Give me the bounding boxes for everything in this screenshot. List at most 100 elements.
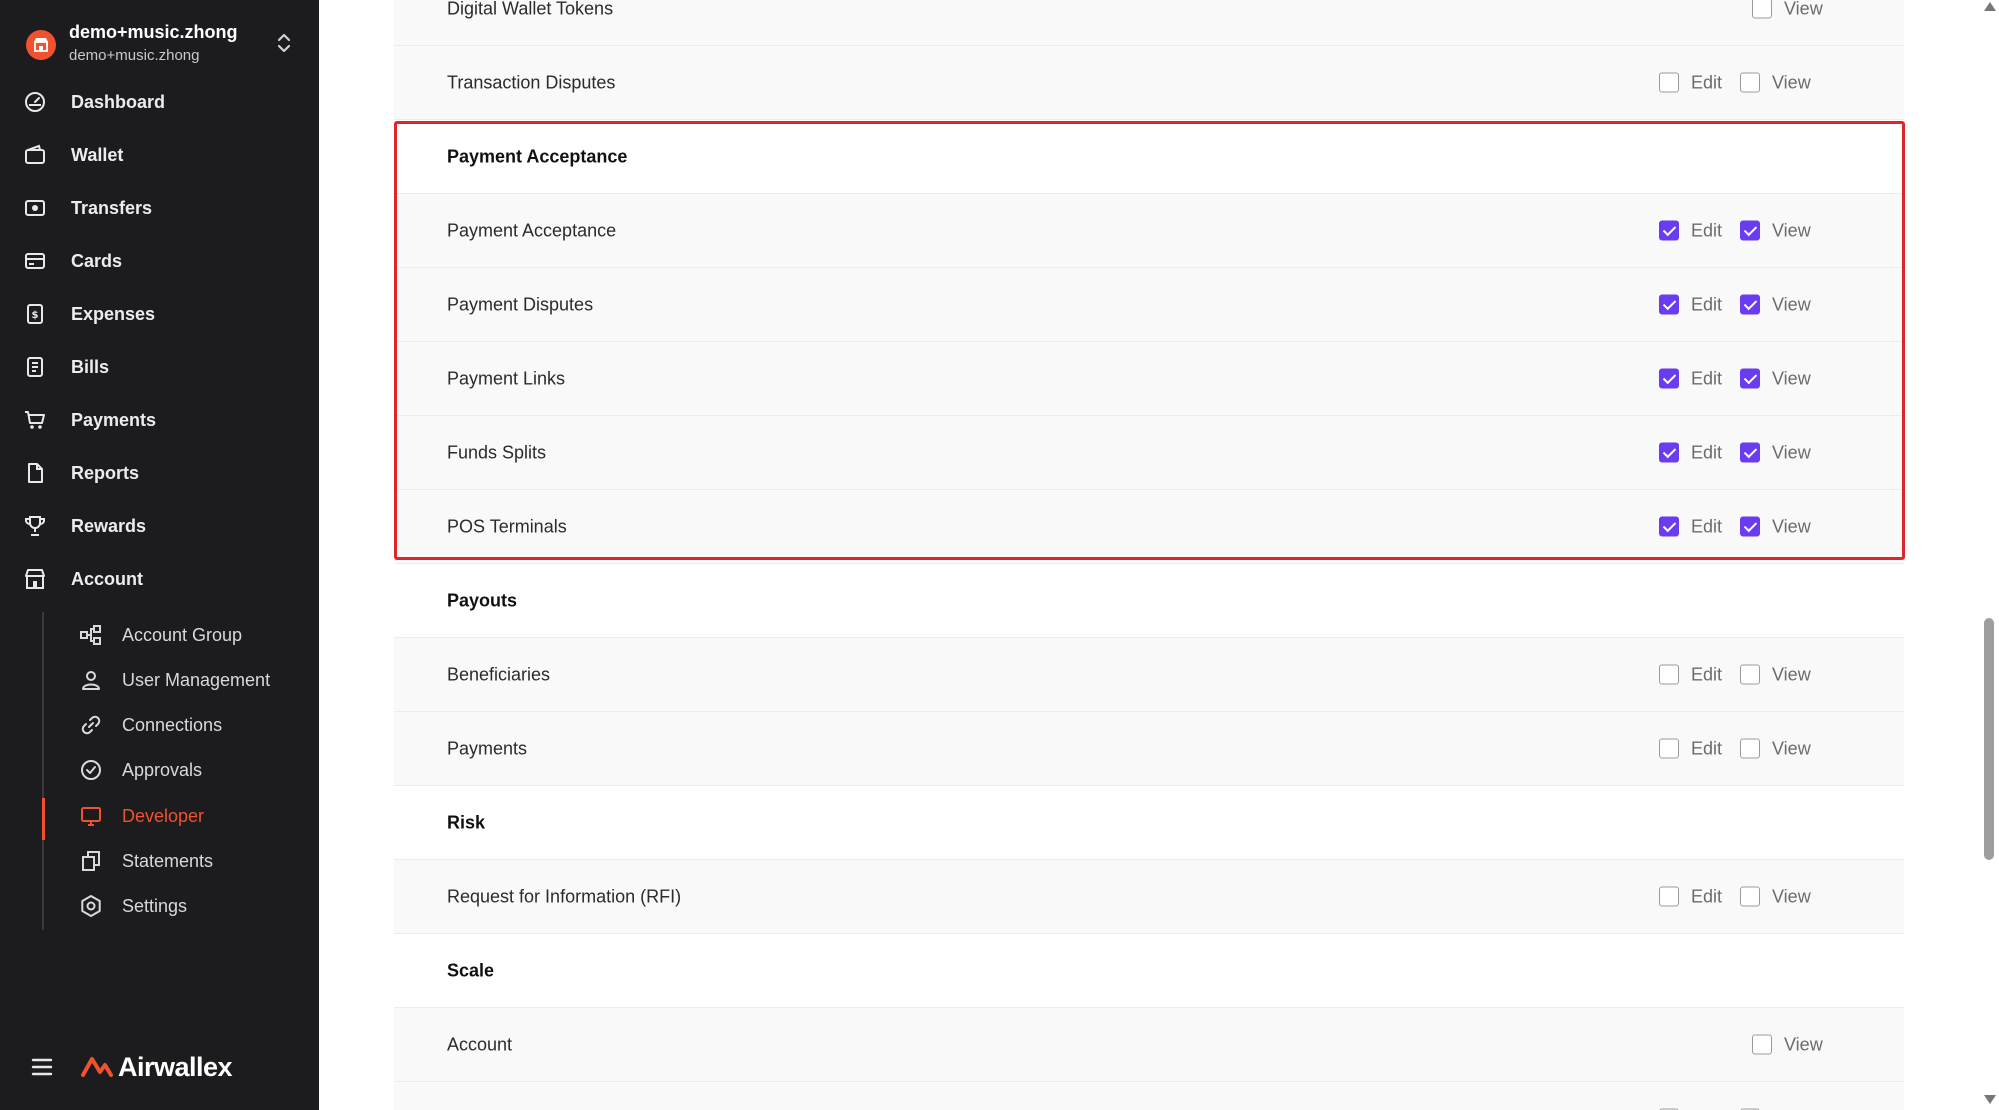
- edit-checkbox[interactable]: [1659, 516, 1679, 537]
- view-checkbox[interactable]: [1740, 72, 1760, 93]
- sidebar-item-settings[interactable]: Settings: [76, 888, 306, 924]
- view-checkbox[interactable]: [1752, 1034, 1772, 1055]
- view-permission[interactable]: View: [1740, 72, 1811, 93]
- account-subname: demo+music.zhong: [69, 47, 200, 64]
- sidebar-item-connections[interactable]: Connections: [76, 707, 306, 743]
- edit-permission[interactable]: Edit: [1659, 72, 1722, 93]
- nav-label: Bills: [71, 356, 110, 377]
- view-label: View: [1772, 294, 1811, 314]
- edit-checkbox[interactable]: [1659, 72, 1679, 93]
- section-header: Risk: [394, 786, 1904, 860]
- nav-item-dashboard[interactable]: Dashboard: [24, 82, 294, 122]
- view-permission[interactable]: View: [1752, 0, 1823, 19]
- permission-row: Request for Information (RFI) Edit View: [394, 860, 1904, 934]
- view-label: View: [1772, 664, 1811, 684]
- sidebar-item-developer[interactable]: Developer: [76, 798, 306, 834]
- scrollbar-thumb[interactable]: [1984, 618, 1994, 860]
- permission-label: POS Terminals: [447, 516, 567, 536]
- view-checkbox[interactable]: [1752, 0, 1772, 19]
- sidebar-item-account-group[interactable]: Account Group: [76, 617, 306, 653]
- sidebar-item-label: Settings: [122, 895, 188, 916]
- view-checkbox[interactable]: [1740, 664, 1760, 685]
- view-checkbox[interactable]: [1740, 738, 1760, 759]
- scroll-down-arrow-icon[interactable]: [1984, 1095, 1996, 1104]
- view-label: View: [1772, 516, 1811, 536]
- chevron-up-down-icon[interactable]: [274, 30, 294, 56]
- nav-item-bills[interactable]: Bills: [24, 347, 294, 387]
- scroll-up-arrow-icon[interactable]: [1984, 2, 1996, 11]
- edit-checkbox[interactable]: [1659, 220, 1679, 241]
- brand-name: Airwallex: [118, 1051, 233, 1082]
- section-title: Payment Acceptance: [447, 146, 628, 166]
- view-permission[interactable]: View: [1740, 220, 1811, 241]
- permission-label: Payment Disputes: [447, 294, 594, 314]
- view-checkbox[interactable]: [1740, 220, 1760, 241]
- nav-item-payments[interactable]: Payments: [24, 400, 294, 440]
- edit-checkbox[interactable]: [1659, 294, 1679, 315]
- nav-label: Reports: [71, 462, 140, 483]
- nav-item-cards[interactable]: Cards: [24, 241, 294, 281]
- store-icon: [24, 567, 54, 591]
- section-title: Risk: [447, 812, 486, 832]
- view-permission[interactable]: View: [1740, 516, 1811, 537]
- view-checkbox[interactable]: [1740, 368, 1760, 389]
- permission-label: Digital Wallet Tokens: [447, 0, 614, 18]
- edit-label: Edit: [1691, 220, 1723, 240]
- edit-permission[interactable]: Edit: [1659, 516, 1722, 537]
- view-label: View: [1772, 738, 1811, 758]
- sidebar-item-label: Developer: [122, 805, 205, 826]
- edit-checkbox[interactable]: [1659, 664, 1679, 685]
- view-checkbox[interactable]: [1740, 886, 1760, 907]
- edit-permission[interactable]: Edit: [1659, 220, 1722, 241]
- edit-permission[interactable]: Edit: [1659, 738, 1722, 759]
- view-label: View: [1772, 72, 1811, 92]
- nav-label: Account: [71, 568, 143, 589]
- view-permission[interactable]: View: [1740, 738, 1811, 759]
- gear-icon: [76, 894, 106, 918]
- nav-item-wallet[interactable]: Wallet: [24, 135, 294, 175]
- permission-row: POS Terminals Edit View: [394, 490, 1904, 564]
- cart-icon: [24, 408, 54, 432]
- menu-icon[interactable]: [30, 1056, 54, 1078]
- sidebar-item-user-management[interactable]: User Management: [76, 662, 306, 698]
- edit-permission[interactable]: Edit: [1659, 368, 1722, 389]
- nav-item-reports[interactable]: Reports: [24, 453, 294, 493]
- monitor-icon: [76, 804, 106, 828]
- section-title: Scale: [447, 960, 495, 980]
- edit-checkbox[interactable]: [1659, 442, 1679, 463]
- edit-checkbox[interactable]: [1659, 886, 1679, 907]
- view-permission[interactable]: View: [1740, 294, 1811, 315]
- edit-label: Edit: [1691, 886, 1723, 906]
- trophy-icon: [24, 514, 54, 538]
- nav-item-expenses[interactable]: $ Expenses: [24, 294, 294, 334]
- edit-permission[interactable]: Edit: [1659, 294, 1722, 315]
- edit-checkbox[interactable]: [1659, 368, 1679, 389]
- edit-checkbox[interactable]: [1659, 738, 1679, 759]
- nav-item-transfers[interactable]: Transfers: [24, 188, 294, 228]
- view-permission[interactable]: View: [1740, 442, 1811, 463]
- bill-icon: [24, 355, 54, 379]
- nav-item-account[interactable]: Account: [24, 559, 294, 599]
- view-checkbox[interactable]: [1740, 516, 1760, 537]
- account-switcher[interactable]: demo+music.zhong demo+music.zhong: [22, 18, 302, 68]
- permission-row: Payment Links Edit View: [394, 342, 1904, 416]
- link-icon: [76, 713, 106, 737]
- view-checkbox[interactable]: [1740, 442, 1760, 463]
- edit-label: Edit: [1691, 516, 1723, 536]
- view-permission[interactable]: View: [1740, 664, 1811, 685]
- view-permission[interactable]: View: [1740, 886, 1811, 907]
- edit-permission[interactable]: Edit: [1659, 442, 1722, 463]
- view-checkbox[interactable]: [1740, 294, 1760, 315]
- nav-label: Payments: [71, 409, 157, 430]
- edit-permission[interactable]: Edit: [1659, 886, 1722, 907]
- sidebar-item-statements[interactable]: Statements: [76, 843, 306, 879]
- copy-icon: [76, 849, 106, 873]
- receipt-icon: $: [24, 302, 54, 326]
- scrollbar[interactable]: [1980, 0, 1999, 1110]
- sidebar-item-label: Statements: [122, 850, 214, 871]
- nav-item-rewards[interactable]: Rewards: [24, 506, 294, 546]
- view-permission[interactable]: View: [1740, 368, 1811, 389]
- edit-permission[interactable]: Edit: [1659, 664, 1722, 685]
- view-permission[interactable]: View: [1752, 1034, 1823, 1055]
- sidebar-item-approvals[interactable]: Approvals: [76, 752, 306, 788]
